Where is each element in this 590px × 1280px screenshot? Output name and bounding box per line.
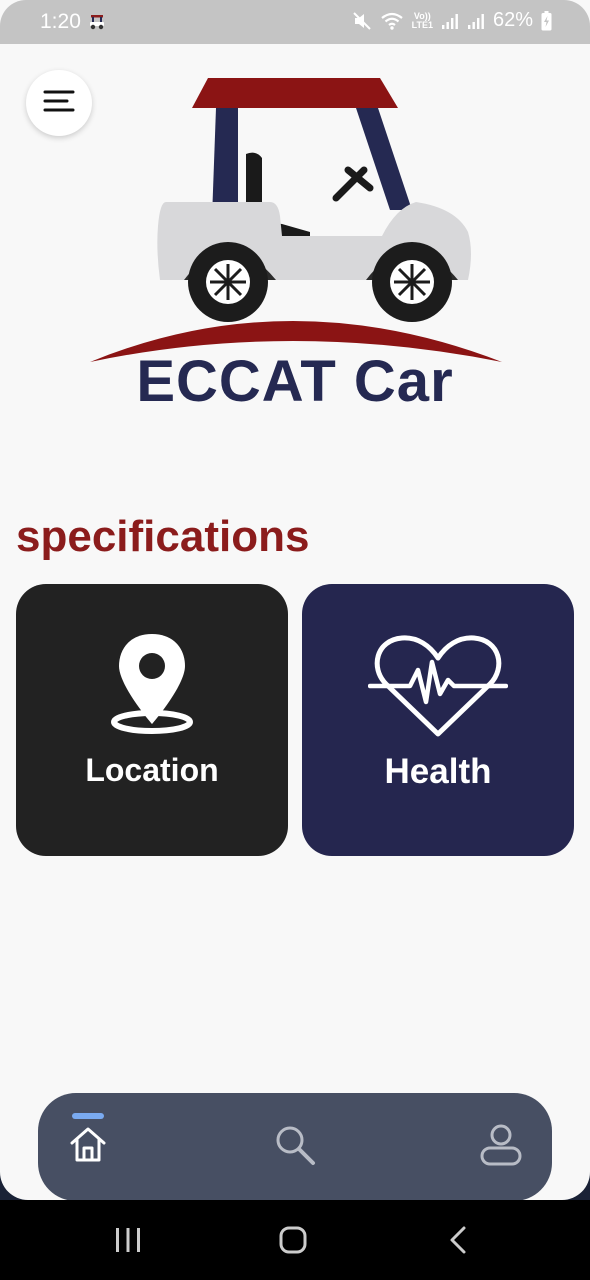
menu-icon xyxy=(43,89,75,118)
logo-text: ECCAT Car xyxy=(136,349,454,414)
lte-indicator: Vo)) LTE1 xyxy=(411,11,433,30)
home-circle-icon xyxy=(278,1225,308,1260)
health-card[interactable]: Health xyxy=(302,584,574,856)
back-icon xyxy=(448,1225,468,1260)
location-card[interactable]: Location xyxy=(16,584,288,856)
wifi-icon xyxy=(380,11,404,31)
battery-icon xyxy=(541,10,552,31)
location-label: Location xyxy=(85,752,219,788)
signal-icon xyxy=(467,12,485,30)
nav-profile-button[interactable] xyxy=(471,1123,531,1183)
system-home-button[interactable] xyxy=(263,1220,323,1264)
golf-cart-logo-icon xyxy=(90,78,502,362)
recent-apps-button[interactable] xyxy=(98,1220,158,1264)
system-nav-bar xyxy=(0,1200,590,1280)
nav-search-button[interactable] xyxy=(265,1123,325,1183)
recent-apps-icon xyxy=(113,1226,143,1259)
status-right-group: Vo)) LTE1 62% xyxy=(352,9,552,32)
golf-cart-icon xyxy=(88,13,106,36)
battery-percent: 62% xyxy=(492,9,533,31)
profile-icon xyxy=(479,1123,523,1183)
section-title: specifications xyxy=(16,512,310,561)
search-icon xyxy=(273,1123,317,1183)
lte-bottom-text: LTE1 xyxy=(411,19,433,30)
app-screen: 1:20 Vo)) LTE1 62% ECCAT Car specificati… xyxy=(0,0,590,1200)
nav-home-button[interactable] xyxy=(58,1123,118,1183)
home-icon xyxy=(68,1123,108,1183)
system-back-button[interactable] xyxy=(428,1220,488,1264)
signal-icon xyxy=(441,12,459,30)
location-pin-icon xyxy=(16,630,288,740)
eccat-logo: ECCAT Car xyxy=(80,70,510,415)
status-bar: 1:20 Vo)) LTE1 62% xyxy=(0,0,590,44)
bottom-nav xyxy=(38,1093,552,1200)
nav-active-indicator xyxy=(72,1113,104,1119)
mute-icon xyxy=(352,11,372,31)
status-time: 1:20 xyxy=(40,10,81,33)
heart-pulse-icon xyxy=(302,632,574,742)
health-label: Health xyxy=(384,752,492,791)
